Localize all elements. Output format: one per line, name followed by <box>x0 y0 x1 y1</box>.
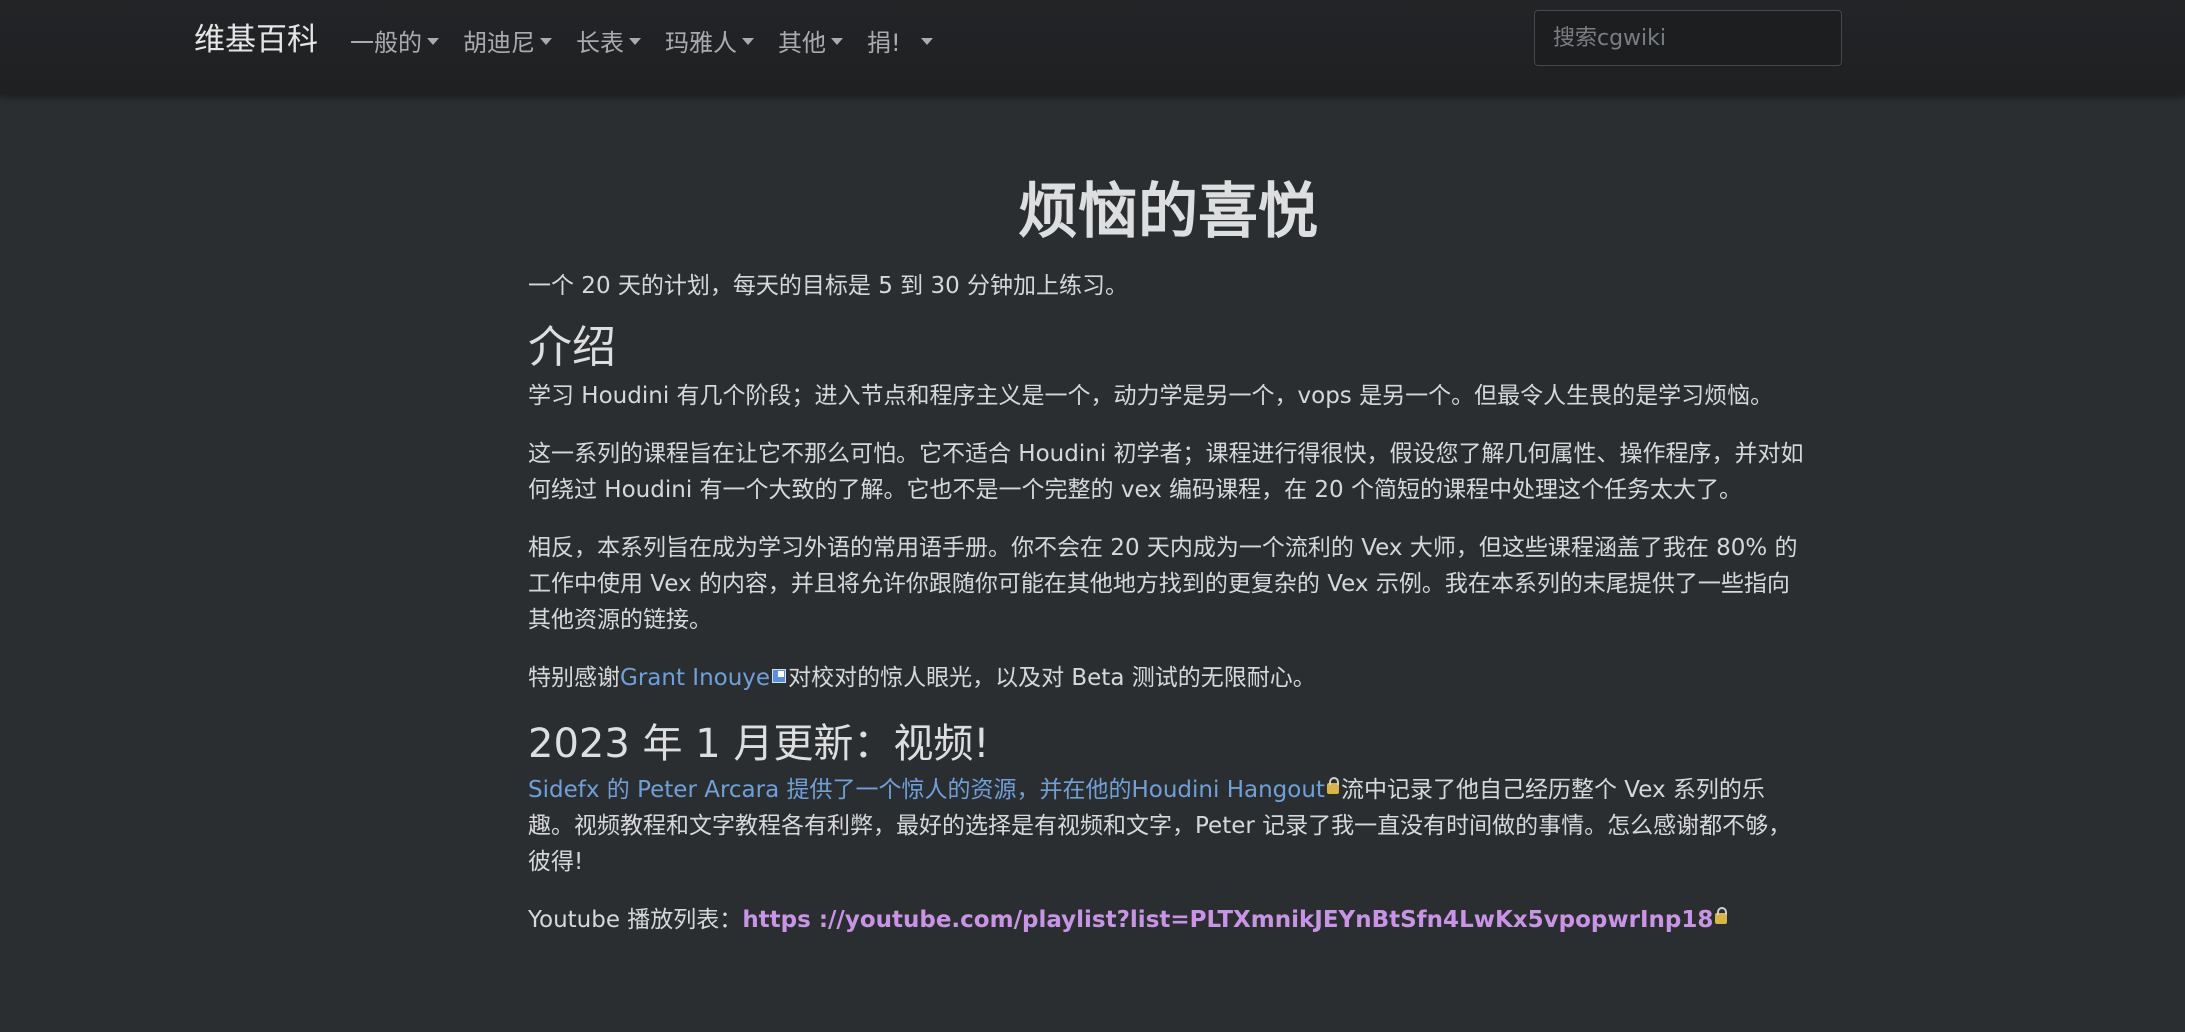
nav-item-donate[interactable]: 捐! <box>867 23 933 58</box>
chevron-down-icon <box>540 37 552 45</box>
nav-item-label: 其他 <box>778 28 826 57</box>
chevron-down-icon <box>831 37 843 45</box>
chevron-down-icon <box>427 37 439 45</box>
thanks-prefix: 特别感谢 <box>528 665 620 691</box>
section-heading-intro: 介绍 <box>528 322 616 373</box>
lock-icon <box>1326 777 1339 794</box>
nav-menu: 一般的 胡迪尼 长表 玛雅人 其他 捐! <box>350 20 957 60</box>
intro-paragraph-1: 学习 Houdini 有几个阶段；进入节点和程序主义是一个，动力学是另一个，vo… <box>528 383 1774 409</box>
youtube-paragraph: Youtube 播放列表：https ://youtube.com/playli… <box>528 902 1808 938</box>
chevron-down-icon <box>742 37 754 45</box>
thanks-paragraph: 特别感谢Grant Inouye 对校对的惊人眼光，以及对 Beta 测试的无限耐… <box>528 660 1808 696</box>
nav-item-label: 一般的 <box>350 28 422 57</box>
external-link-icon <box>772 669 787 683</box>
main-content: 烦恼的喜悦 一个 20 天的计划，每天的目标是 5 到 30 分钟加上练习。 介… <box>528 160 1808 938</box>
youtube-playlist-link[interactable]: https ://youtube.com/playlist?list=PLTXm… <box>742 907 1713 933</box>
site-brand[interactable]: 维基百科 <box>194 20 318 60</box>
nav-item-other[interactable]: 其他 <box>778 23 843 58</box>
nav-item-long-list[interactable]: 长表 <box>576 23 641 58</box>
nav-item-label: 玛雅人 <box>665 28 737 57</box>
grant-inouye-link[interactable]: Grant Inouye <box>620 665 770 691</box>
houdini-hangout-link[interactable]: Sidefx 的 Peter Arcara 提供了一个惊人的资源，并在他的Hou… <box>528 777 1325 803</box>
nav-item-label: 长表 <box>576 28 624 57</box>
lock-icon <box>1715 907 1728 924</box>
nav-item-houdini[interactable]: 胡迪尼 <box>463 23 552 58</box>
nav-item-general[interactable]: 一般的 <box>350 23 439 58</box>
page-subtitle: 一个 20 天的计划，每天的目标是 5 到 30 分钟加上练习。 <box>528 273 1129 299</box>
page-title: 烦恼的喜悦 <box>1018 177 1318 247</box>
nav-item-label: 胡迪尼 <box>463 28 535 57</box>
update-paragraph: Sidefx 的 Peter Arcara 提供了一个惊人的资源，并在他的Hou… <box>528 772 1808 880</box>
intro-paragraph-2: 这一系列的课程旨在让它不那么可怕。它不适合 Houdini 初学者；课程进行得很… <box>528 441 1804 503</box>
youtube-label: Youtube 播放列表： <box>528 907 743 933</box>
search-input[interactable] <box>1534 10 1842 66</box>
top-navbar: 维基百科 一般的 胡迪尼 长表 玛雅人 其他 捐! <box>0 0 2185 95</box>
section-heading-update: 2023 年 1 月更新：视频! <box>528 721 990 767</box>
chevron-down-icon <box>920 37 933 45</box>
thanks-suffix: 对校对的惊人眼光，以及对 Beta 测试的无限耐心。 <box>788 665 1316 691</box>
intro-paragraph-3: 相反，本系列旨在成为学习外语的常用语手册。你不会在 20 天内成为一个流利的 V… <box>528 535 1798 633</box>
nav-item-maya[interactable]: 玛雅人 <box>665 23 754 58</box>
chevron-down-icon <box>629 37 641 45</box>
nav-item-label: 捐! <box>867 28 901 57</box>
